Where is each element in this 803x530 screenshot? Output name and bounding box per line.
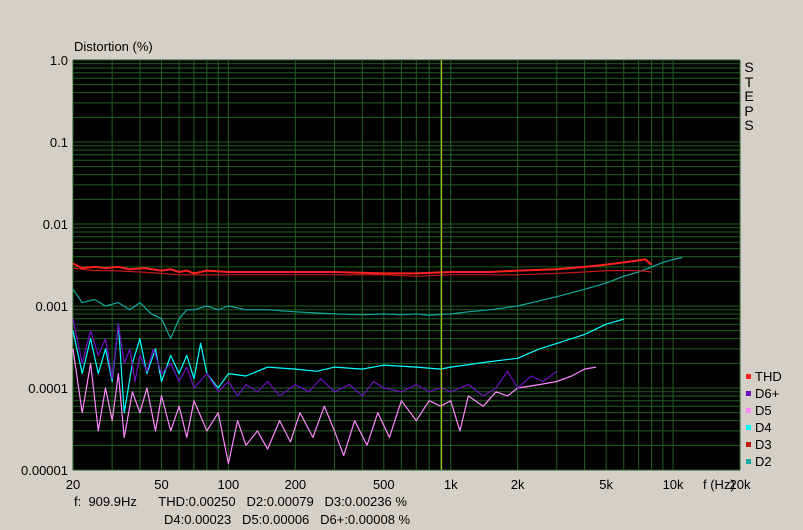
readout-line-2: D4:0.00023 D5:0.00006 D6+:0.00008 % [164,512,411,527]
legend-item-thd[interactable]: THD [746,369,782,385]
y-tick-label: 0.1 [50,135,68,150]
steps-letter: P [744,102,754,119]
y-tick-label: 1.0 [50,53,68,68]
legend-label: D4 [755,420,772,435]
x-tick-label: 10k [663,477,684,492]
x-tick-label: 1k [444,477,458,492]
x-tick-label: 100 [218,477,240,492]
legend-swatch [746,374,751,380]
x-tick-label: 20 [66,477,80,492]
x-tick-label: 200 [284,477,306,492]
legend-item-d2[interactable]: D2 [746,454,772,470]
x-axis-label: f (Hz) [703,477,735,492]
x-tick-label: 500 [373,477,395,492]
legend-item-d5[interactable]: D5 [746,403,772,419]
steps-label: S T E P S [743,60,755,133]
readout-line-1: f: 909.9Hz THD:0.00250 D2:0.00079 D3:0.0… [74,494,407,509]
steps-letter: E [744,88,754,104]
legend-label: THD [755,369,782,384]
legend-label: D2 [755,454,772,469]
steps-letter: S [744,117,754,133]
steps-letter: T [744,73,754,90]
legend-swatch [746,442,751,448]
legend-label: D5 [755,403,772,418]
legend-swatch [746,459,751,465]
y-tick-label: 0.01 [43,217,68,232]
legend-swatch [746,425,751,431]
x-tick-label: 5k [599,477,613,492]
y-axis-label: Distortion (%) [74,39,153,54]
legend-item-d6-plus[interactable]: D6+ [746,386,779,402]
legend-label: D6+ [755,386,780,401]
x-tick-label: 50 [154,477,168,492]
legend-item-d4[interactable]: D4 [746,420,772,436]
y-tick-label: 0.001 [35,299,68,314]
legend-swatch [746,391,751,397]
legend-label: D3 [755,437,772,452]
x-tick-label: 2k [511,477,525,492]
legend-item-d3[interactable]: D3 [746,437,772,453]
y-tick-label: 0.00001 [21,463,68,478]
steps-letter: S [744,59,754,75]
y-tick-label: 0.0001 [28,381,68,396]
distortion-chart: 1.0 0.1 0.01 0.001 0.0001 0.0000120 50 100 200 50… [21,53,751,492]
legend-swatch [746,408,751,414]
